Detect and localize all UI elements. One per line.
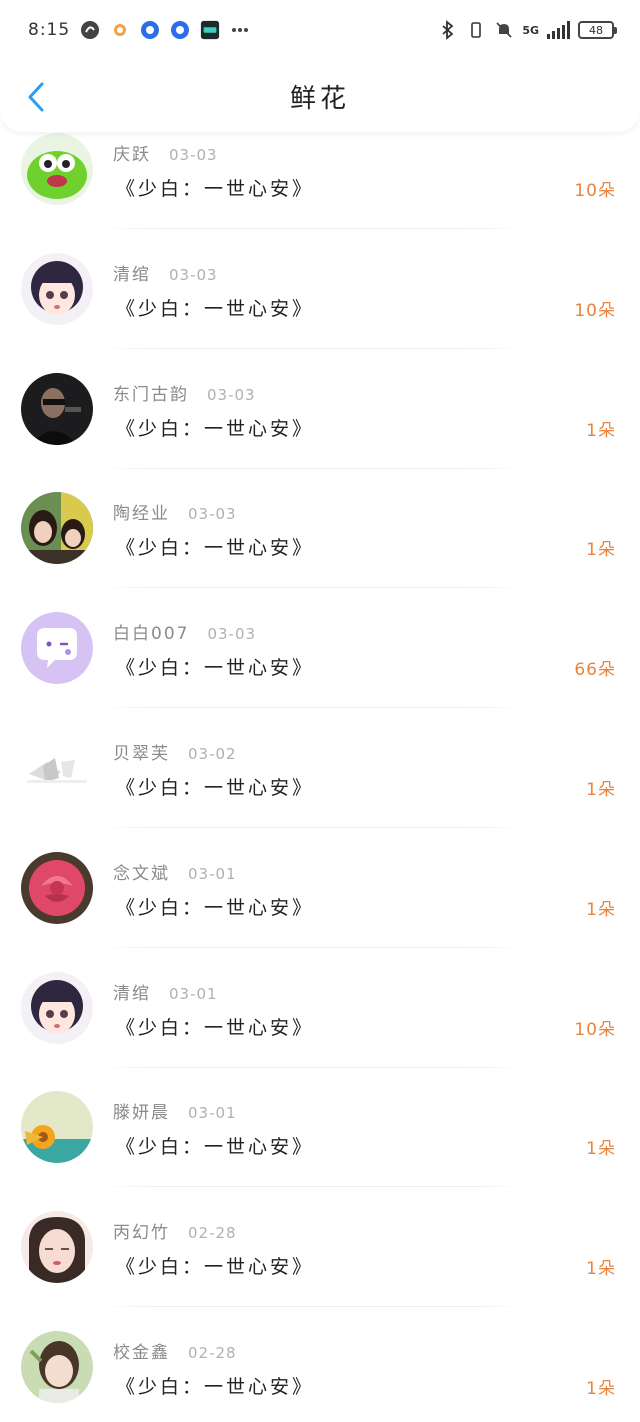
book-title: 《少白：一世心安》 [116,1375,315,1398]
sender-name: 清绾 [113,983,151,1004]
gift-date: 02-28 [188,1343,237,1362]
book-title: 《少白：一世心安》 [116,178,315,200]
status-bar: 8:15 5G 48 [0,0,640,60]
divider [100,1066,528,1068]
gift-date: 03-03 [207,625,257,644]
gift-date: 02-28 [188,1224,237,1243]
sender-name: 滕妍晨 [113,1103,170,1124]
sender-name: 校金鑫 [113,1342,170,1363]
gift-date: 03-03 [169,146,218,164]
flower-count: 1朵 [586,540,616,561]
flower-count: 66朵 [574,660,616,681]
divider [100,826,528,828]
divider [100,228,528,229]
avatar[interactable] [21,133,93,205]
bluetooth-icon [438,20,458,40]
list-item[interactable]: 念文斌 03-01 《少白：一世心安》 1朵 [0,849,640,969]
flower-count: 1朵 [586,899,616,920]
gift-date: 03-03 [207,385,256,404]
list-item[interactable]: 清绾 03-03 《少白：一世心安》 10朵 [0,250,640,370]
flower-count: 10朵 [574,300,616,321]
book-title: 《少白：一世心安》 [116,1136,315,1159]
list-item[interactable]: 滕妍晨 03-01 《少白：一世心安》 1朵 [0,1088,640,1208]
sender-name: 庆跃 [113,145,151,165]
avatar[interactable] [21,372,93,445]
divider [100,467,528,469]
sender-name: 念文斌 [113,863,170,884]
avatar[interactable] [21,612,93,685]
status-time: 8:15 [28,20,71,40]
avatar[interactable] [21,1091,93,1164]
flower-count: 1朵 [586,1139,616,1160]
app-notification-icon [170,20,190,40]
page-title: 鲜花 [289,83,350,114]
book-title: 《少白：一世心安》 [116,297,315,320]
app-notification-icon [140,20,160,40]
gift-date: 03-01 [169,984,218,1003]
gift-date: 03-03 [169,265,218,284]
book-title: 《少白：一世心安》 [116,896,315,919]
flower-count: 1朵 [586,420,616,441]
network-type: 5G [522,23,539,37]
vibrate-icon [466,20,486,40]
divider [100,347,528,349]
book-title: 《少白：一世心安》 [116,657,315,680]
app-notification-icon [110,20,130,40]
avatar[interactable] [21,971,93,1044]
divider [100,1306,528,1308]
gift-date: 03-01 [188,864,237,883]
list-item[interactable]: 庆跃 03-03 《少白：一世心安》 10朵 [0,130,640,250]
list-item[interactable]: 白白007 03-03 《少白：一世心安》 66朵 [0,609,640,729]
divider [100,1186,528,1188]
sender-name: 白白007 [113,624,190,645]
avatar[interactable] [21,851,93,924]
signal-strength-icon [547,21,570,39]
gift-date: 03-02 [188,744,237,763]
back-button[interactable] [22,80,50,114]
soul-app-icon [200,20,220,40]
list-item[interactable]: 丙幻竹 02-28 《少白：一世心安》 1朵 [0,1208,640,1328]
battery-level: 48 [589,23,603,37]
flower-count: 1朵 [586,779,616,800]
list-item[interactable]: 陶经业 03-03 《少白：一世心安》 1朵 [0,489,640,609]
list-item[interactable]: 贝翠芙 03-02 《少白：一世心安》 1朵 [0,729,640,849]
divider [100,707,528,709]
book-title: 《少白：一世心安》 [116,417,315,440]
avatar[interactable] [21,1330,93,1403]
book-title: 《少白：一世心安》 [116,1256,315,1279]
book-title: 《少白：一世心安》 [116,776,315,799]
flower-count: 10朵 [574,1019,616,1040]
list-item[interactable]: 校金鑫 02-28 《少白：一世心安》 1朵 [0,1328,640,1422]
book-title: 《少白：一世心安》 [116,537,315,560]
flower-count: 1朵 [586,1378,616,1399]
sender-name: 清绾 [113,264,151,285]
sender-name: 贝翠芙 [113,743,170,764]
gift-date: 03-03 [188,505,237,524]
flower-count: 10朵 [574,181,616,201]
app-notification-icon [80,20,100,40]
flower-count: 1朵 [586,1259,616,1280]
divider [100,946,528,948]
avatar[interactable] [21,731,93,804]
sender-name: 丙幻竹 [113,1223,170,1244]
gift-date: 03-01 [188,1104,237,1123]
battery-icon: 48 [578,21,617,39]
nav-bar: 鲜花 [0,60,640,132]
flower-gift-list: 庆跃 03-03 《少白：一世心安》 10朵 清绾 03-03 《少白：一世心安… [0,130,640,1422]
chevron-left-icon [28,82,44,112]
avatar[interactable] [21,252,93,325]
book-title: 《少白：一世心安》 [116,1016,315,1039]
list-item[interactable]: 东门古韵 03-03 《少白：一世心安》 1朵 [0,370,640,490]
mute-bell-icon [494,20,514,40]
more-notifications-icon [230,20,250,40]
avatar[interactable] [21,1211,93,1284]
sender-name: 东门古韵 [113,384,189,405]
list-item[interactable]: 清绾 03-01 《少白：一世心安》 10朵 [0,969,640,1089]
avatar[interactable] [21,492,93,565]
sender-name: 陶经业 [113,504,170,525]
divider [100,587,528,589]
